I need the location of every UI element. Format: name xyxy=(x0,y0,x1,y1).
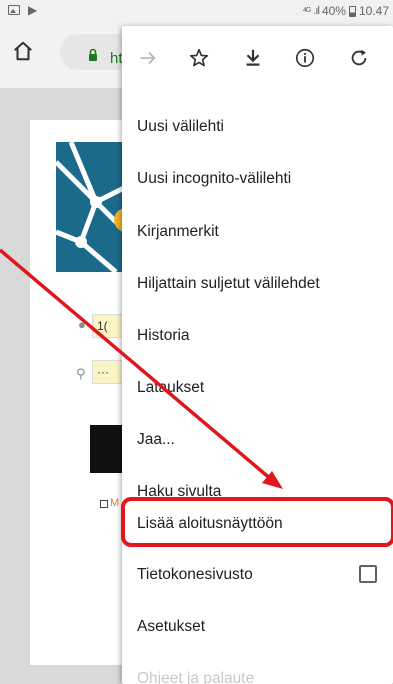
menu-item-settings[interactable]: Asetukset xyxy=(122,602,393,654)
menu-item-label: Tietokonesivusto xyxy=(137,566,253,583)
menu-item-history[interactable]: Historia xyxy=(122,311,393,363)
network-type: 4G xyxy=(303,7,311,14)
battery-icon xyxy=(348,5,356,17)
home-icon[interactable] xyxy=(12,40,34,62)
refresh-icon[interactable] xyxy=(348,47,370,69)
key-icon: ⚲ xyxy=(76,366,86,381)
info-icon[interactable] xyxy=(294,47,316,69)
site-logo xyxy=(56,142,126,272)
menu-icon-row xyxy=(122,26,393,90)
signal-icon: .ıl xyxy=(313,5,319,17)
star-icon[interactable] xyxy=(188,47,210,69)
menu-item-new-incognito-tab[interactable]: Uusi incognito-välilehti xyxy=(122,154,393,206)
play-notification-icon: ▶ xyxy=(28,3,38,17)
menu-item-desktop-site[interactable]: Tietokonesivusto xyxy=(122,550,393,602)
overflow-menu: Uusi välilehti Uusi incognito-välilehti … xyxy=(122,26,393,684)
status-right: 4G .ıl 40% 10.47 xyxy=(303,4,389,18)
desktop-site-checkbox[interactable] xyxy=(359,565,377,583)
menu-item-help-feedback[interactable]: Ohjeet ja palaute xyxy=(122,654,393,684)
annotation-highlight-box xyxy=(121,497,393,547)
menu-item-label: Jaa... xyxy=(137,431,175,448)
remember-label: M xyxy=(110,497,120,509)
forward-icon[interactable] xyxy=(137,47,159,69)
menu-item-label: Historia xyxy=(137,327,190,344)
menu-item-label: Asetukset xyxy=(137,618,206,635)
menu-item-share[interactable]: Jaa... xyxy=(122,415,393,467)
download-icon[interactable] xyxy=(242,47,264,69)
clock: 10.47 xyxy=(358,4,389,18)
remember-checkbox[interactable] xyxy=(100,500,108,508)
lock-icon xyxy=(89,48,97,61)
menu-item-label: Kirjanmerkit xyxy=(137,223,219,240)
url-text[interactable]: ht xyxy=(110,50,123,67)
gallery-notification-icon xyxy=(8,5,20,15)
menu-item-label: Ohjeet ja palaute xyxy=(137,670,255,684)
menu-item-label: Uusi välilehti xyxy=(137,118,225,135)
menu-item-new-tab[interactable]: Uusi välilehti xyxy=(122,102,393,154)
status-bar: ▶ 4G .ıl 40% 10.47 xyxy=(0,0,393,24)
menu-item-label: Uusi incognito-välilehti xyxy=(137,170,292,187)
menu-item-label: Hiljattain suljetut välilehdet xyxy=(137,275,320,292)
battery-percent: 40% xyxy=(321,4,346,18)
menu-item-bookmarks[interactable]: Kirjanmerkit xyxy=(122,207,393,259)
status-left: ▶ xyxy=(8,4,37,16)
menu-item-downloads[interactable]: Lataukset xyxy=(122,363,393,415)
user-icon: ● xyxy=(78,317,86,332)
menu-item-recent-tabs[interactable]: Hiljattain suljetut välilehdet xyxy=(122,259,393,311)
menu-item-label: Lataukset xyxy=(137,379,205,396)
